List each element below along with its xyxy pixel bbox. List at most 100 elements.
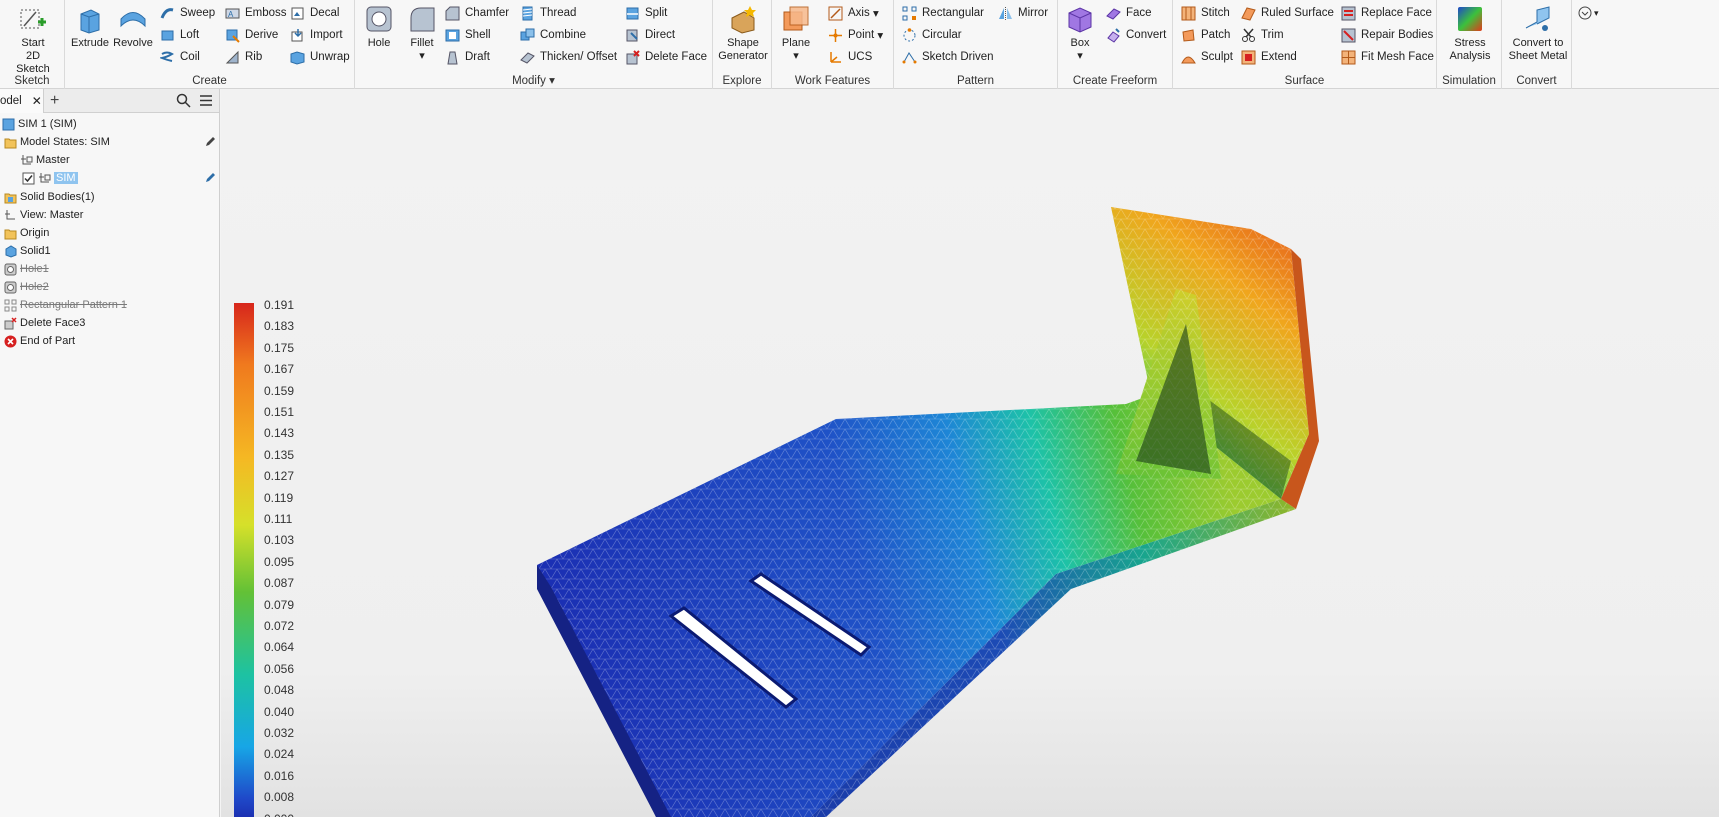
sculpt-button[interactable]: Sculpt <box>1181 47 1233 67</box>
thread-label: Thread <box>540 7 577 19</box>
tab-model[interactable]: odel ✕ <box>0 89 44 113</box>
start-2d-sketch-button[interactable]: Start 2D Sketch <box>8 4 58 76</box>
sketch-group: Start 2D Sketch Sketch <box>0 0 65 89</box>
freeform-face-button[interactable]: Face <box>1106 3 1152 23</box>
hole-button[interactable]: Hole <box>359 4 399 50</box>
axis-dropdown-icon[interactable]: ▾ <box>873 6 879 20</box>
graphics-viewport[interactable]: 0.191 0.183 0.175 0.167 0.159 0.151 0.143 0.135… <box>221 89 1719 817</box>
thread-button[interactable]: Thread <box>520 3 576 23</box>
plane-button[interactable]: Plane ▾ <box>776 4 816 63</box>
tree-item-sim-state[interactable]: SIM <box>22 169 216 187</box>
axis-button[interactable]: Axis ▾ <box>828 3 879 23</box>
replace-face-button[interactable]: Replace Face <box>1341 3 1432 23</box>
chamfer-button[interactable]: Chamfer <box>445 3 509 23</box>
fillet-dropdown-icon[interactable]: ▾ <box>419 50 425 63</box>
decal-button[interactable]: Decal <box>290 3 339 23</box>
box-dropdown-icon[interactable]: ▾ <box>1077 50 1083 63</box>
edit-pencil-icon[interactable] <box>205 136 216 147</box>
add-tab-icon[interactable]: + <box>50 92 59 110</box>
pattern-group-label: Pattern <box>956 75 995 87</box>
model-state-icon <box>21 154 33 164</box>
extend-button[interactable]: Extend <box>1241 47 1297 67</box>
modify-dropdown-icon: ▾ <box>549 75 555 87</box>
point-button[interactable]: Point ▾ <box>828 25 883 45</box>
tree-item-origin[interactable]: Origin <box>4 224 49 242</box>
box-button[interactable]: Box ▾ <box>1062 4 1098 63</box>
fit-mesh-face-button[interactable]: Fit Mesh Face <box>1341 47 1434 67</box>
tree-item-delete-face3[interactable]: Delete Face3 <box>4 314 85 332</box>
direct-button[interactable]: Direct <box>625 25 675 45</box>
tree-item-solid1[interactable]: Solid1 <box>4 242 51 260</box>
combine-button[interactable]: Combine <box>520 25 586 45</box>
repair-bodies-label: Repair Bodies <box>1361 29 1434 41</box>
rectangular-pattern-icon <box>4 299 17 311</box>
ribbon: Start 2D Sketch Sketch Extrude Revolve S… <box>0 0 1719 89</box>
coil-label: Coil <box>180 51 200 63</box>
tree-item-view-master[interactable]: View: Master <box>4 206 83 224</box>
shape-generator-button[interactable]: Shape Generator <box>717 4 769 63</box>
point-dropdown-icon[interactable]: ▾ <box>877 28 883 42</box>
options-dropdown-icon: ▾ <box>1594 7 1599 18</box>
tree-item-master[interactable]: Master <box>20 151 70 169</box>
checkbox-checked-icon[interactable] <box>22 172 35 185</box>
split-button[interactable]: Split <box>625 3 667 23</box>
edit-pencil-icon[interactable] <box>205 172 216 183</box>
coil-button[interactable]: Coil <box>160 47 200 67</box>
unwrap-button[interactable]: Unwrap <box>290 47 350 67</box>
stitch-button[interactable]: Stitch <box>1181 3 1230 23</box>
circular-pattern-button[interactable]: Circular <box>902 25 962 45</box>
revolve-button[interactable]: Revolve <box>112 4 154 50</box>
mirror-button[interactable]: Mirror <box>998 3 1048 23</box>
shape-generator-icon <box>731 6 756 34</box>
ucs-label: UCS <box>848 51 873 63</box>
convert-group: Convert to Sheet Metal Convert <box>1502 0 1572 89</box>
import-button[interactable]: Import <box>290 25 343 45</box>
repair-bodies-button[interactable]: Repair Bodies <box>1341 25 1433 45</box>
loft-button[interactable]: Loft <box>160 25 199 45</box>
menu-icon[interactable] <box>199 94 213 107</box>
delete-face-button[interactable]: Delete Face <box>625 47 707 67</box>
fillet-button[interactable]: Fillet ▾ <box>402 4 442 63</box>
tree-item-hole1[interactable]: Hole1 <box>4 260 49 278</box>
rib-button[interactable]: Rib <box>225 47 262 67</box>
stress-analysis-button[interactable]: Stress Analysis <box>1443 4 1497 63</box>
sketch-driven-pattern-button[interactable]: Sketch Driven <box>902 47 994 67</box>
search-icon[interactable] <box>176 93 191 108</box>
rectangular-pattern-button[interactable]: Rectangular <box>902 3 984 23</box>
2d-sketch-label: 2D Sketch <box>16 50 50 75</box>
import-icon <box>291 28 303 41</box>
patch-button[interactable]: Patch <box>1181 25 1230 45</box>
ribbon-options-button[interactable]: ▾ <box>1578 6 1599 20</box>
emboss-label: Emboss <box>245 7 287 19</box>
tree-item-sim-root[interactable]: SIM 1 (SIM) <box>2 115 77 133</box>
convert-to-sheet-metal-button[interactable]: Convert to Sheet Metal <box>1505 4 1571 63</box>
tree-item-rectangular-pattern[interactable]: Rectangular Pattern 1 <box>4 296 127 314</box>
emboss-button[interactable]: A Emboss <box>225 3 287 23</box>
plane-dropdown-icon[interactable]: ▾ <box>793 50 799 63</box>
hole-label: Hole <box>367 37 391 49</box>
trim-button[interactable]: Trim <box>1241 25 1284 45</box>
modify-group-label[interactable]: Modify ▾ <box>355 73 712 87</box>
thicken-offset-button[interactable]: Thicken/ Offset <box>520 47 617 67</box>
derive-button[interactable]: Derive <box>225 25 278 45</box>
close-icon[interactable]: ✕ <box>32 94 42 108</box>
solid-body-icon <box>5 244 17 258</box>
tree-item-hole2[interactable]: Hole2 <box>4 278 49 296</box>
simulation-group-label: Simulation <box>1442 75 1496 87</box>
trim-label: Trim <box>1261 29 1284 41</box>
shell-button[interactable]: Shell <box>445 25 491 45</box>
tree-label: Master <box>36 154 70 166</box>
freeform-convert-button[interactable]: Convert <box>1106 25 1166 45</box>
extrude-icon <box>80 9 100 34</box>
sweep-button[interactable]: Sweep <box>160 3 215 23</box>
extrude-button[interactable]: Extrude <box>69 4 111 50</box>
draft-button[interactable]: Draft <box>445 47 490 67</box>
replace-face-icon <box>1341 6 1356 20</box>
tree-item-solid-bodies[interactable]: Solid Bodies(1) <box>4 188 95 206</box>
tree-item-end-of-part[interactable]: End of Part <box>4 332 75 350</box>
ucs-button[interactable]: UCS <box>828 47 872 67</box>
ruled-surface-button[interactable]: Ruled Surface <box>1241 3 1334 23</box>
replace-face-label: Replace Face <box>1361 7 1432 19</box>
tree-item-model-states[interactable]: Model States: SIM <box>4 133 216 151</box>
loft-label: Loft <box>180 29 200 41</box>
